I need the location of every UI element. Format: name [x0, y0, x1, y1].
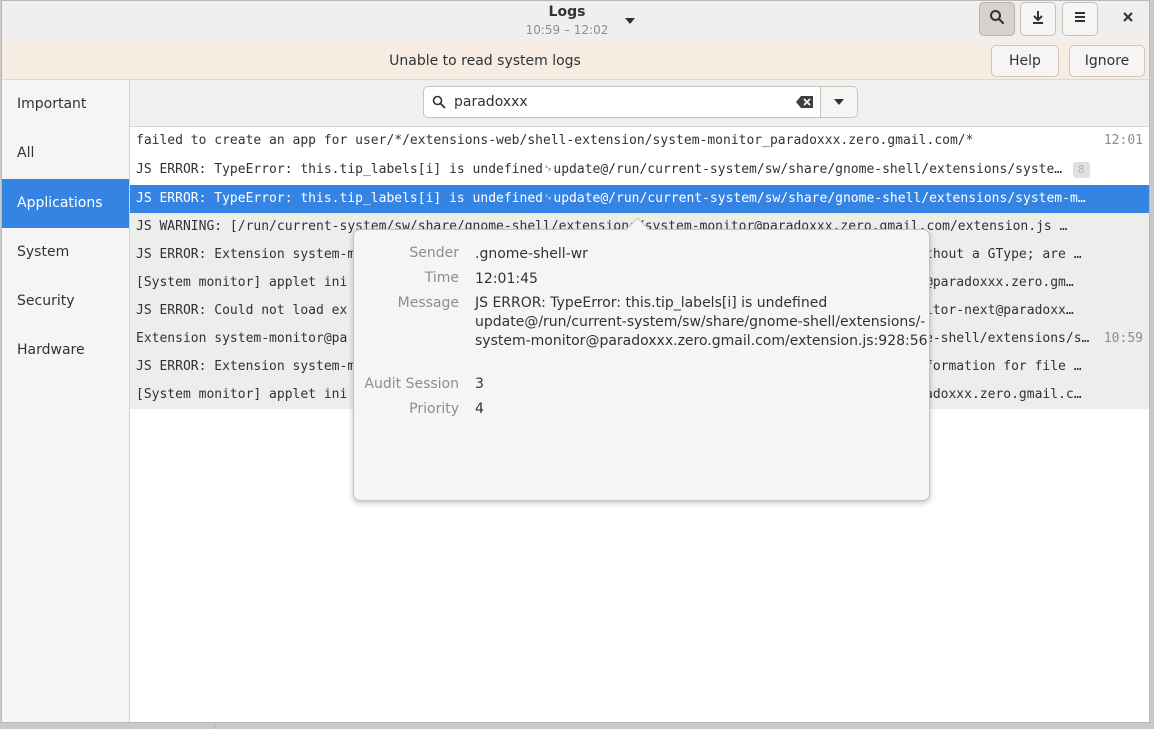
sidebar-item-hardware[interactable]: Hardware — [2, 326, 129, 375]
close-window-button[interactable] — [1110, 2, 1146, 36]
sidebar-item-applications[interactable]: Applications — [2, 179, 129, 228]
export-button[interactable] — [1020, 2, 1056, 36]
background-window-edge — [1150, 277, 1154, 278]
log-message: JS ERROR: TypeError: this.tip_labels[i] … — [136, 191, 1091, 206]
boot-selector-arrow-icon[interactable] — [622, 15, 638, 27]
log-message: failed to create an app for user/*/exten… — [136, 133, 974, 148]
sidebar-item-system[interactable]: System — [2, 228, 129, 277]
message-label: Message — [397, 295, 459, 311]
sender-value: .gnome-shell-wr — [475, 246, 588, 262]
infobar-message: Unable to read system logs — [389, 53, 581, 69]
priority-label: Priority — [409, 401, 459, 417]
header-bar: Logs 10:59 – 12:02 — [2, 1, 1149, 44]
menu-icon — [1072, 9, 1088, 29]
log-message: Extension system-monitor@pa — [136, 331, 348, 346]
audit-session-label: Audit Session — [364, 376, 459, 392]
log-message: [System monitor] applet ini — [136, 275, 348, 290]
main-menu-button[interactable] — [1062, 2, 1098, 36]
search-icon — [432, 95, 446, 113]
sidebar-item-security[interactable]: Security — [2, 277, 129, 326]
sender-label: Sender — [409, 245, 459, 261]
log-message: JS ERROR: TypeError: this.tip_labels[i] … — [136, 162, 1064, 177]
chevron-down-icon — [833, 94, 845, 110]
message-line: system-monitor@paradoxxx.zero.gmail.com/… — [475, 333, 928, 349]
search-bar: paradoxxx — [130, 80, 1149, 127]
priority-value: 4 — [475, 401, 484, 417]
message-line: update@/run/current-system/sw/share/gnom… — [475, 314, 926, 330]
title-area[interactable]: Logs 10:59 – 12:02 — [522, 4, 612, 38]
log-row[interactable]: JS ERROR: TypeError: this.tip_labels[i] … — [130, 185, 1149, 213]
log-message-tail: @paradoxxx.zero.gm… — [925, 275, 1074, 290]
close-icon — [1121, 10, 1135, 28]
log-row[interactable]: failed to create an app for user/*/exten… — [130, 127, 1149, 155]
help-button[interactable]: Help — [991, 45, 1059, 77]
audit-session-value: 3 — [475, 376, 484, 392]
log-time: 10:59 — [1103, 331, 1143, 346]
log-message-tail: itor-next@paradoxx… — [925, 303, 1074, 318]
search-query: paradoxxx — [454, 94, 528, 110]
time-range-subtitle: 10:59 – 12:02 — [525, 23, 609, 37]
log-message: JS ERROR: Could not load ex — [136, 303, 348, 318]
search-toggle-button[interactable] — [979, 2, 1015, 36]
search-icon — [989, 9, 1005, 29]
log-message-tail: thout a GType; are … — [925, 247, 1082, 262]
category-sidebar: Important All Applications System Securi… — [2, 80, 130, 722]
message-line: JS ERROR: TypeError: this.tip_labels[i] … — [475, 295, 828, 311]
log-message: JS ERROR: Extension system-m — [136, 247, 356, 262]
count-badge: 8 — [1073, 162, 1090, 178]
download-icon — [1030, 9, 1046, 29]
log-details-popover: Sender .gnome-shell-wr Time 12:01:45 Mes… — [353, 217, 930, 501]
message-value: JS ERROR: TypeError: this.tip_labels[i] … — [475, 294, 928, 351]
log-message: [System monitor] applet ini — [136, 387, 348, 402]
search-options-button[interactable] — [820, 86, 858, 118]
background-window-edge — [214, 723, 215, 729]
time-value: 12:01:45 — [475, 271, 538, 287]
sidebar-item-important[interactable]: Important — [2, 80, 129, 129]
log-message-tail: adoxxx.zero.gmail.c… — [925, 387, 1082, 402]
search-input[interactable]: paradoxxx — [423, 86, 821, 118]
log-message-tail: formation for file … — [925, 359, 1082, 374]
log-row[interactable]: JS ERROR: TypeError: this.tip_labels[i] … — [130, 156, 1149, 184]
info-bar: Unable to read system logs Help Ignore — [2, 43, 1149, 80]
sidebar-item-all[interactable]: All — [2, 129, 129, 178]
clear-search-icon[interactable] — [796, 95, 814, 113]
time-label: Time — [424, 270, 459, 286]
log-time: 12:01 — [1103, 133, 1143, 148]
ignore-button[interactable]: Ignore — [1069, 45, 1145, 77]
log-message-tail: e-shell/extensions/s… — [925, 331, 1090, 346]
log-message: JS ERROR: Extension system-m — [136, 359, 356, 374]
window-title: Logs — [548, 4, 586, 20]
logs-window: Logs 10:59 – 12:02 Unable to read system… — [1, 0, 1150, 723]
